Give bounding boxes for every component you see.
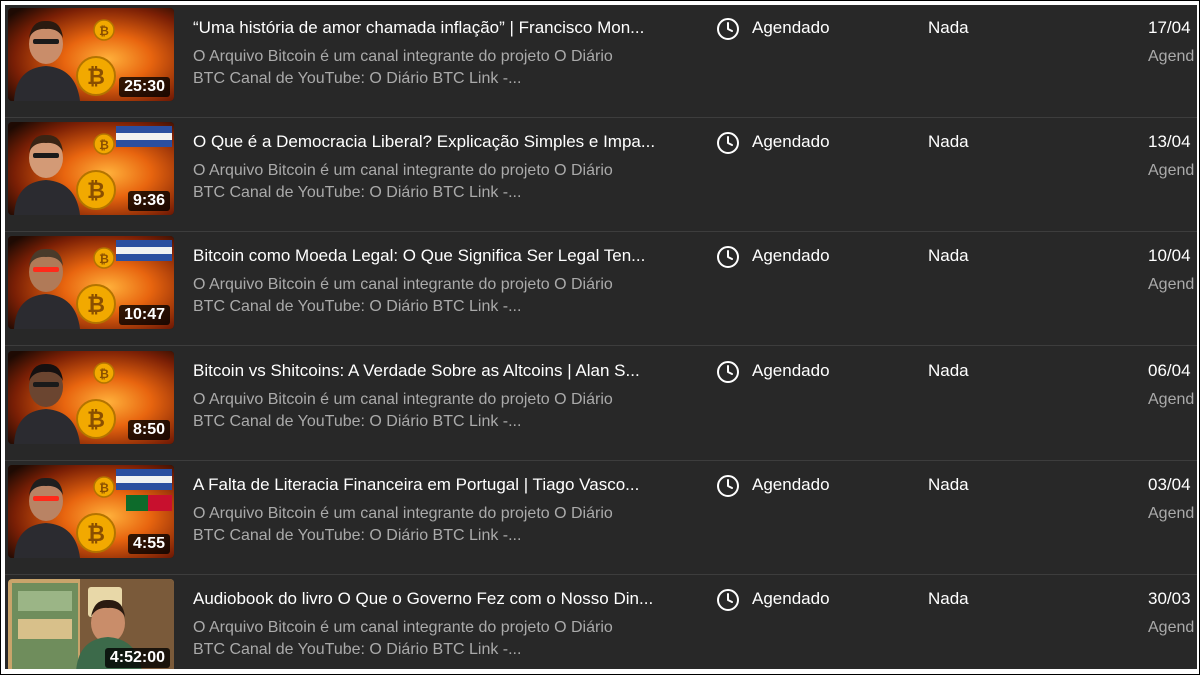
video-thumbnail[interactable]: ₿ ₿ 25:30 <box>8 8 174 101</box>
video-description: O Arquivo Bitcoin é um canal integrante … <box>193 617 663 661</box>
publish-date-status: Agend <box>1148 162 1195 180</box>
svg-text:₿: ₿ <box>99 367 109 381</box>
description-line: BTC Canal de YouTube: O Diário BTC Link … <box>193 641 522 658</box>
svg-text:₿: ₿ <box>99 481 109 495</box>
duration-badge: 4:55 <box>127 533 170 554</box>
duration-badge: 10:47 <box>119 305 170 326</box>
publish-date: 06/04 <box>1148 360 1191 380</box>
clock-icon <box>717 474 739 497</box>
publish-date-status: Agend <box>1148 390 1195 408</box>
svg-text:₿: ₿ <box>87 521 105 546</box>
video-row[interactable]: ₿ ₿ 4:55 A Falta de Literacia Financeira… <box>5 462 1197 575</box>
duration-badge: 4:52:00 <box>104 648 170 668</box>
video-list: ₿ ₿ 25:30 “Uma história de amor chamada … <box>5 5 1197 669</box>
video-description: O Arquivo Bitcoin é um canal integrante … <box>193 160 663 204</box>
description-line: O Arquivo Bitcoin é um canal integrante … <box>193 504 613 522</box>
duration-badge: 9:36 <box>127 191 170 212</box>
video-thumbnail[interactable]: ₿ ₿ 9:36 <box>8 122 174 216</box>
publish-date-status: Agend <box>1148 504 1195 522</box>
publish-date: 13/04 <box>1148 132 1191 152</box>
bitcoin-coin-icon: ₿ <box>93 133 115 155</box>
video-thumbnail[interactable]: ₿ ₿ 8:50 <box>8 350 174 444</box>
bitcoin-coin-icon: ₿ <box>93 361 115 384</box>
video-title[interactable]: “Uma história de amor chamada inflação” … <box>193 17 673 39</box>
clock-icon <box>717 246 739 269</box>
clock-icon <box>717 132 739 155</box>
restrictions-status: Nada <box>928 474 969 494</box>
svg-text:₿: ₿ <box>87 64 105 89</box>
restrictions-status: Nada <box>928 246 969 266</box>
screenshot-frame: ₿ ₿ 25:30 “Uma história de amor chamada … <box>0 0 1200 675</box>
video-title[interactable]: Audiobook do livro O Que o Governo Fez c… <box>193 588 673 610</box>
svg-text:₿: ₿ <box>87 178 105 203</box>
bitcoin-coin-icon: ₿ <box>93 247 115 270</box>
video-description: O Arquivo Bitcoin é um canal integrante … <box>193 503 663 547</box>
publish-date: 10/04 <box>1148 246 1191 266</box>
description-line: O Arquivo Bitcoin é um canal integrante … <box>193 390 613 408</box>
svg-text:₿: ₿ <box>87 292 105 317</box>
description-line: O Arquivo Bitcoin é um canal integrante … <box>193 48 613 65</box>
restrictions-status: Nada <box>928 360 969 380</box>
video-thumbnail[interactable]: ₿ ₿ 4:52:00 <box>8 579 174 669</box>
bitcoin-coin-icon: ₿ <box>76 56 116 96</box>
clock-icon <box>717 18 739 40</box>
visibility-status[interactable]: Agendado <box>752 17 830 39</box>
publish-date: 30/03 <box>1148 589 1191 608</box>
restrictions-status: Nada <box>928 18 969 37</box>
clock-icon <box>717 589 739 611</box>
video-title[interactable]: A Falta de Literacia Financeira em Portu… <box>193 474 673 496</box>
video-row[interactable]: ₿ ₿ 10:47 Bitcoin como Moeda Legal: O Qu… <box>5 233 1197 347</box>
description-line: BTC Canal de YouTube: O Diário BTC Link … <box>193 298 522 316</box>
publish-date: 17/04 <box>1148 18 1191 37</box>
video-thumbnail[interactable]: ₿ ₿ 4:55 <box>8 464 174 558</box>
restrictions-status: Nada <box>928 132 969 152</box>
description-line: BTC Canal de YouTube: O Diário BTC Link … <box>193 526 522 544</box>
visibility-status[interactable]: Agendado <box>752 588 830 610</box>
restrictions-status: Nada <box>928 589 969 608</box>
bitcoin-coin-icon: ₿ <box>93 476 115 498</box>
bitcoin-coin-icon: ₿ <box>93 19 115 41</box>
duration-badge: 8:50 <box>127 419 170 440</box>
description-line: O Arquivo Bitcoin é um canal integrante … <box>193 276 613 294</box>
svg-text:₿: ₿ <box>99 138 109 152</box>
description-line: O Arquivo Bitcoin é um canal integrante … <box>193 162 613 180</box>
visibility-status[interactable]: Agendado <box>752 474 830 496</box>
video-row[interactable]: ₿ ₿ 8:50 Bitcoin vs Shitcoins: A Verdade… <box>5 348 1197 461</box>
svg-text:₿: ₿ <box>99 252 109 266</box>
bitcoin-coin-icon: ₿ <box>76 398 116 439</box>
publish-date-status: Agend <box>1148 619 1195 636</box>
bitcoin-coin-icon: ₿ <box>76 284 116 325</box>
publish-date-status: Agend <box>1148 276 1195 294</box>
duration-badge: 25:30 <box>119 77 170 97</box>
svg-text:₿: ₿ <box>99 24 109 38</box>
video-title[interactable]: O Que é a Democracia Liberal? Explicação… <box>193 131 673 153</box>
video-thumbnail[interactable]: ₿ ₿ 10:47 <box>8 236 174 330</box>
visibility-status[interactable]: Agendado <box>752 131 830 153</box>
video-description: O Arquivo Bitcoin é um canal integrante … <box>193 46 663 90</box>
publish-date: 03/04 <box>1148 474 1191 494</box>
bitcoin-coin-icon: ₿ <box>76 512 116 553</box>
video-row[interactable]: ₿ ₿ 25:30 “Uma história de amor chamada … <box>5 5 1197 118</box>
video-row[interactable]: ₿ ₿ 4:52:00 Audiobook do livro O Que o G… <box>5 576 1197 669</box>
description-line: O Arquivo Bitcoin é um canal integrante … <box>193 619 613 636</box>
video-title[interactable]: Bitcoin vs Shitcoins: A Verdade Sobre as… <box>193 360 673 382</box>
description-line: BTC Canal de YouTube: O Diário BTC Link … <box>193 412 522 430</box>
visibility-status[interactable]: Agendado <box>752 360 830 382</box>
description-line: BTC Canal de YouTube: O Diário BTC Link … <box>193 70 522 87</box>
description-line: BTC Canal de YouTube: O Diário BTC Link … <box>193 184 522 202</box>
publish-date-status: Agend <box>1148 48 1195 65</box>
visibility-status[interactable]: Agendado <box>752 245 830 267</box>
video-row[interactable]: ₿ ₿ 9:36 O Que é a Democracia Liberal? E… <box>5 119 1197 233</box>
bitcoin-coin-icon: ₿ <box>76 170 116 211</box>
video-description: O Arquivo Bitcoin é um canal integrante … <box>193 389 663 433</box>
video-title[interactable]: Bitcoin como Moeda Legal: O Que Signific… <box>193 245 673 267</box>
clock-icon <box>717 360 739 383</box>
video-description: O Arquivo Bitcoin é um canal integrante … <box>193 274 663 318</box>
svg-text:₿: ₿ <box>87 407 105 432</box>
